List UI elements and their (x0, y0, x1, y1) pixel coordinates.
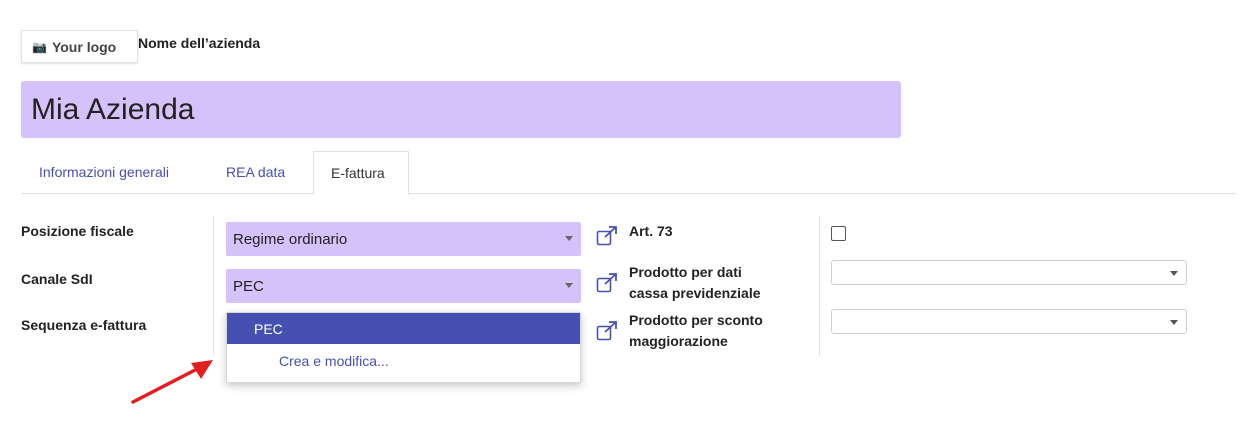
chevron-down-icon (1170, 271, 1178, 276)
camera-icon: 📷 (32, 39, 47, 54)
annotation-arrow-icon (131, 360, 213, 404)
form-tabs: Informazioni generali REA data E-fattura (21, 151, 1236, 195)
posizione-fiscale-select[interactable]: Regime ordinario (226, 222, 581, 256)
art73-label: Art. 73 (629, 223, 673, 239)
external-link-icon[interactable] (596, 321, 618, 341)
tab-informazioni-generali[interactable]: Informazioni generali (39, 151, 169, 194)
dropdown-option-pec[interactable]: PEC (227, 313, 580, 344)
prodotto-cassa-label-line2: cassa previdenziale (629, 285, 761, 301)
logo-placeholder-text: Your logo (51, 38, 117, 55)
art73-checkbox[interactable] (831, 226, 846, 241)
prodotto-cassa-label: Prodotto per dati cassa previdenziale (629, 262, 761, 304)
chevron-down-icon (565, 283, 573, 288)
external-link-icon[interactable] (596, 226, 618, 246)
posizione-fiscale-value: Regime ordinario (233, 231, 348, 248)
company-name-input[interactable]: Mia Azienda (21, 81, 901, 138)
company-logo-upload[interactable]: 📷 Your logo (21, 30, 138, 63)
external-link-icon[interactable] (596, 273, 618, 293)
tab-e-fattura[interactable]: E-fattura (313, 151, 409, 195)
canale-sdi-dropdown: PEC Crea e modifica... (226, 312, 581, 383)
posizione-fiscale-label: Posizione fiscale (21, 223, 134, 239)
prodotto-sconto-select[interactable] (831, 309, 1187, 334)
prodotto-cassa-label-line1: Prodotto per dati (629, 264, 742, 280)
company-name-label: Nome dell’azienda (138, 35, 261, 51)
prodotto-cassa-select[interactable] (831, 260, 1187, 285)
column-divider (819, 216, 820, 356)
sequenza-e-fattura-label: Sequenza e-fattura (21, 317, 147, 333)
prodotto-sconto-label-line1: Prodotto per sconto (629, 312, 763, 328)
canale-sdi-label: Canale SdI (21, 271, 93, 287)
company-form-page: 📷 Your logo Nome dell’azienda Mia Aziend… (0, 0, 1245, 425)
chevron-down-icon (565, 236, 573, 241)
canale-sdi-select[interactable]: PEC (226, 269, 581, 303)
prodotto-sconto-label: Prodotto per sconto maggiorazione (629, 310, 763, 352)
tab-rea-data[interactable]: REA data (226, 151, 285, 194)
dropdown-create-edit[interactable]: Crea e modifica... (227, 347, 580, 375)
canale-sdi-value: PEC (233, 278, 264, 295)
column-divider (213, 216, 214, 356)
chevron-down-icon (1170, 320, 1178, 325)
prodotto-sconto-label-line2: maggiorazione (629, 333, 728, 349)
